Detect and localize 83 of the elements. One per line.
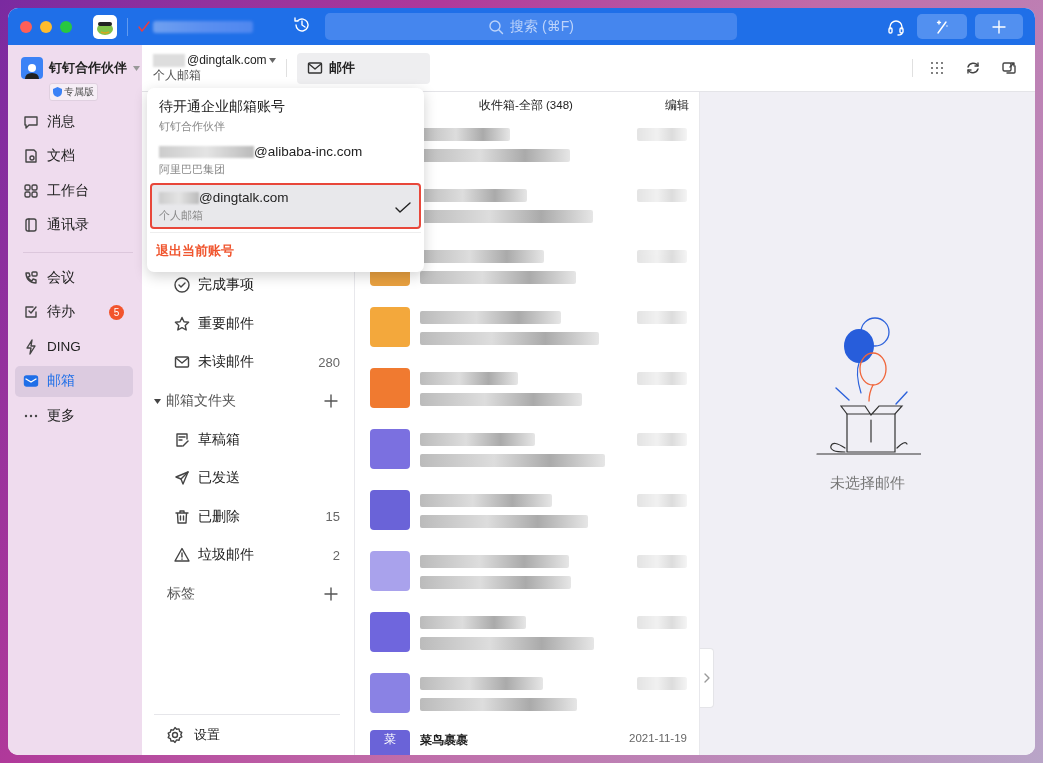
sidebar-item[interactable]: 会议: [15, 262, 133, 293]
sidebar-item[interactable]: 工作台: [15, 175, 133, 206]
app-logo-icon: [93, 14, 117, 39]
sidebar-item[interactable]: 消息: [15, 106, 133, 137]
checkbox-icon: [23, 304, 39, 320]
history-icon: [293, 16, 311, 34]
app-grid-icon: [23, 182, 39, 199]
folder-item[interactable]: 已删除 15: [154, 497, 340, 537]
section-header[interactable]: 邮箱文件夹: [154, 392, 236, 411]
search-icon: [488, 18, 505, 35]
refresh-icon: [965, 60, 981, 76]
account-address: @dingtalk.com: [199, 190, 289, 205]
chat-bubble-icon: [23, 113, 39, 130]
check-mark-icon: [138, 20, 150, 33]
sender-name: 菜鸟裹裹: [420, 732, 468, 749]
document-icon: [23, 148, 39, 164]
mail-tab[interactable]: 邮件: [296, 52, 430, 84]
mail-date: 2021-11-19: [629, 732, 687, 746]
phone-video-icon: [23, 269, 39, 286]
star-icon: [174, 315, 190, 332]
warning-icon: [174, 547, 190, 564]
collapse-handle[interactable]: [700, 648, 714, 708]
magic-wand-icon: [935, 19, 949, 34]
paper-plane-icon: [174, 470, 190, 487]
account-option[interactable]: @dingtalk.com 个人邮箱: [150, 183, 421, 229]
grid-dots-icon: [930, 61, 944, 75]
settings-button[interactable]: 设置: [154, 714, 340, 755]
folder-item[interactable]: 已发送: [154, 458, 340, 498]
account-option[interactable]: @alibaba-inc.com 阿里巴巴集团: [150, 137, 421, 183]
magic-wand-button[interactable]: [917, 14, 967, 39]
contact-book-icon: [23, 217, 39, 233]
headset-icon: [887, 17, 905, 36]
account-address: 待开通企业邮箱账号: [159, 98, 285, 116]
user-name[interactable]: 钉钉合作伙伴: [49, 59, 127, 77]
add-icon: [324, 394, 338, 409]
more-dots-icon: [24, 413, 38, 418]
folder-item[interactable]: 未读邮件 280: [154, 343, 340, 382]
zoom-window-button[interactable]: [60, 20, 72, 33]
caret-down-icon: [268, 58, 276, 63]
edit-link[interactable]: 编辑: [665, 97, 689, 113]
envelope-icon: [306, 60, 323, 76]
check-mark-icon: [395, 202, 411, 214]
envelope-icon: [174, 354, 190, 371]
sidebar-item[interactable]: 更多: [15, 400, 133, 431]
folder-item[interactable]: 垃圾邮件 2: [154, 536, 340, 575]
account-address: @alibaba-inc.com: [254, 144, 363, 159]
user-avatar[interactable]: [21, 57, 43, 79]
folder-item[interactable]: 重要邮件: [154, 304, 340, 344]
folder-item[interactable]: 草稿箱: [154, 420, 340, 459]
mail-count: 15: [325, 509, 340, 525]
settings-icon: [166, 726, 184, 744]
plus-icon: [992, 19, 1006, 34]
account-option[interactable]: 待开通企业邮箱账号 钉钉合作伙伴: [150, 91, 421, 137]
sidebar-item[interactable]: 文档: [15, 140, 133, 172]
add-icon: [324, 587, 338, 602]
section-header[interactable]: 标签: [154, 585, 195, 604]
account-organization: 个人邮箱: [159, 208, 204, 223]
sidebar-item[interactable]: 待办 5: [15, 296, 133, 328]
mail-row[interactable]: 菜 菜鸟裹裹 2021-11-19: [355, 728, 699, 755]
inbox-title: 收件箱-全部 (348): [479, 97, 573, 113]
edit-note-icon: [174, 431, 190, 448]
mail-count: 280: [318, 355, 340, 370]
empty-state-text: 未选择邮件: [830, 474, 905, 493]
shield-icon: [53, 87, 62, 97]
account-selector[interactable]: @dingtalk.com 个人邮箱: [153, 53, 276, 83]
sidebar-item[interactable]: 通讯录: [15, 209, 133, 241]
sidebar-item[interactable]: DING: [15, 331, 133, 362]
folder-item[interactable]: 完成事项: [154, 266, 340, 305]
account-organization: 阿里巴巴集团: [159, 162, 226, 177]
mail-count: 2: [332, 547, 340, 563]
caret-down-icon: [133, 65, 140, 71]
minimize-window-button[interactable]: [40, 20, 52, 33]
sender-avatar: 菜: [370, 730, 410, 755]
count-badge: 5: [109, 304, 124, 320]
edition-badge: 专属版: [49, 83, 98, 101]
pop-out-window-icon: [1001, 60, 1017, 76]
check-circle-icon: [174, 277, 190, 294]
chevron-right-icon: [703, 673, 710, 683]
trash-icon: [174, 508, 190, 525]
close-window-button[interactable]: [20, 20, 32, 33]
account-organization: 钉钉合作伙伴: [159, 119, 226, 134]
mail-icon: [23, 373, 39, 389]
add-button[interactable]: [975, 14, 1023, 39]
